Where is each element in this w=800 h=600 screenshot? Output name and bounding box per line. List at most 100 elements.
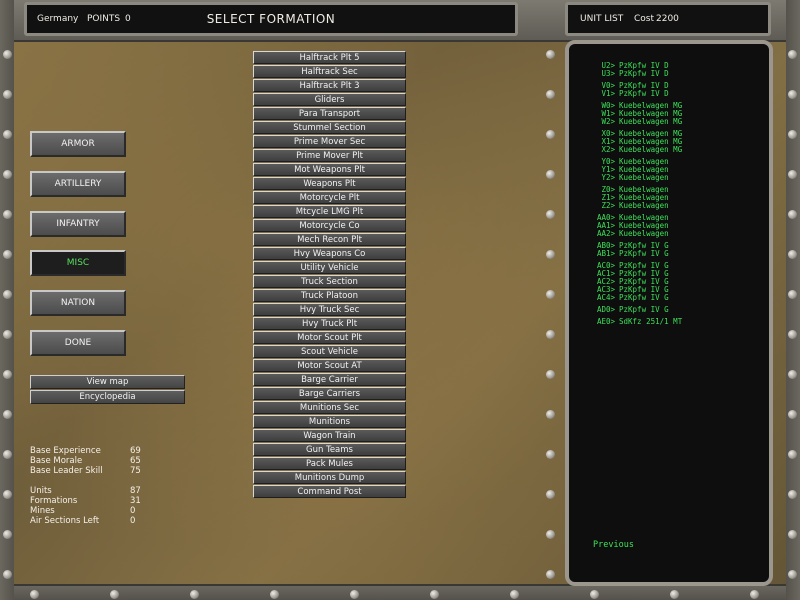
stat-label: Base Leader Skill	[30, 466, 103, 476]
misc-button-label: MISC	[66, 258, 90, 268]
stat-label: Air Sections Left	[30, 516, 100, 526]
rivet-icon	[3, 90, 12, 99]
formation-button[interactable]: Munitions Dump	[253, 471, 406, 484]
formation-button[interactable]: Halftrack Plt 5	[253, 51, 406, 64]
rivet-icon	[788, 90, 797, 99]
previous-button[interactable]: Previous	[593, 540, 634, 550]
unit-row[interactable]: V1> PzKpfw IV D	[595, 90, 682, 98]
unit-list: U2> PzKpfw IV D U3> PzKpfw IV D V0> PzKpfw IV…	[595, 62, 682, 326]
misc-button[interactable]: MISC	[30, 250, 126, 276]
rivet-icon	[3, 450, 12, 459]
done-button[interactable]: DONE	[30, 330, 126, 356]
formation-button[interactable]: Hvy Truck Plt	[253, 317, 406, 330]
formation-button[interactable]: Wagon Train	[253, 429, 406, 442]
unit-name: PzKpfw IV D	[619, 89, 669, 98]
artillery-button-label: ARTILLERY	[54, 179, 102, 189]
unit-row[interactable]: AC4> PzKpfw IV G	[595, 294, 682, 302]
rivet-icon	[3, 250, 12, 259]
base-stats: Base Experience 69 Base Morale 65 Base Lea…	[30, 446, 141, 476]
view-map-label: View map	[86, 377, 129, 387]
formation-button[interactable]: Motor Scout AT	[253, 359, 406, 372]
formation-button[interactable]: Barge Carrier	[253, 373, 406, 386]
formation-list: Halftrack Plt 5 Halftrack Sec Halftrack Pl…	[253, 51, 406, 499]
unit-row[interactable]: AB1> PzKpfw IV G	[595, 250, 682, 258]
rivet-icon	[546, 570, 555, 579]
rivet-icon	[3, 490, 12, 499]
formation-button[interactable]: Hvy Weapons Co	[253, 247, 406, 260]
stat-label: Formations	[30, 496, 78, 506]
infantry-button[interactable]: INFANTRY	[30, 211, 126, 237]
formation-button[interactable]: Motor Scout Plt	[253, 331, 406, 344]
unit-row[interactable]: U3> PzKpfw IV D	[595, 70, 682, 78]
view-map-button[interactable]: View map	[30, 375, 185, 389]
rivet-icon	[788, 410, 797, 419]
formation-button[interactable]: Gliders	[253, 93, 406, 106]
artillery-button[interactable]: ARTILLERY	[30, 171, 126, 197]
stat-row: Mines 0	[30, 506, 141, 516]
rivet-icon	[3, 530, 12, 539]
unit-row[interactable]: W2> Kuebelwagen MG	[595, 118, 682, 126]
formation-button[interactable]: Stummel Section	[253, 121, 406, 134]
unit-id: U3>	[601, 69, 615, 78]
unit-id: X2>	[601, 145, 615, 154]
formation-button[interactable]: Halftrack Plt 3	[253, 79, 406, 92]
formation-button[interactable]: Para Transport	[253, 107, 406, 120]
formation-button[interactable]: Command Post	[253, 485, 406, 498]
rivet-icon	[546, 450, 555, 459]
formation-button[interactable]: Mtcycle LMG Plt	[253, 205, 406, 218]
unit-name: Kuebelwagen MG	[619, 117, 683, 126]
unit-id: AE0>	[596, 317, 615, 326]
formation-button[interactable]: Mech Recon Plt	[253, 233, 406, 246]
unit-row[interactable]: Y2> Kuebelwagen	[595, 174, 682, 182]
rivet-icon	[788, 170, 797, 179]
formation-button[interactable]: Utility Vehicle	[253, 261, 406, 274]
rivet-icon	[110, 590, 119, 599]
unit-id: AD0>	[596, 305, 615, 314]
rivet-icon	[546, 250, 555, 259]
rivet-icon	[350, 590, 359, 599]
rivet-icon	[3, 170, 12, 179]
formation-button[interactable]: Gun Teams	[253, 443, 406, 456]
stat-row: Units 87	[30, 486, 141, 496]
formation-button[interactable]: Prime Mover Plt	[253, 149, 406, 162]
stat-row: Base Morale 65	[30, 456, 141, 466]
formation-button[interactable]: Barge Carriers	[253, 387, 406, 400]
rivet-icon	[788, 290, 797, 299]
unit-row[interactable]: AA2> Kuebelwagen	[595, 230, 682, 238]
encyclopedia-button[interactable]: Encyclopedia	[30, 390, 185, 404]
rivet-icon	[546, 330, 555, 339]
rivet-icon	[3, 370, 12, 379]
formation-button[interactable]: Pack Mules	[253, 457, 406, 470]
stat-value: 75	[130, 466, 141, 476]
stat-row: Air Sections Left 0	[30, 516, 141, 526]
formation-button[interactable]: Weapons Plt	[253, 177, 406, 190]
rivet-icon	[3, 50, 12, 59]
rivet-icon	[788, 570, 797, 579]
formation-button[interactable]: Munitions	[253, 415, 406, 428]
stat-row: Formations 31	[30, 496, 141, 506]
unit-row[interactable]: X2> Kuebelwagen MG	[595, 146, 682, 154]
unit-row[interactable]: AD0> PzKpfw IV G	[595, 306, 682, 314]
formation-button[interactable]: Scout Vehicle	[253, 345, 406, 358]
formation-button[interactable]: Truck Section	[253, 275, 406, 288]
unit-name: Kuebelwagen MG	[619, 145, 683, 154]
formation-button[interactable]: Truck Platoon	[253, 289, 406, 302]
formation-button[interactable]: Mot Weapons Plt	[253, 163, 406, 176]
bottom-frame	[0, 584, 800, 600]
unit-row[interactable]: Z2> Kuebelwagen	[595, 202, 682, 210]
formation-button[interactable]: Prime Mover Sec	[253, 135, 406, 148]
formation-button[interactable]: Halftrack Sec	[253, 65, 406, 78]
formation-button[interactable]: Motorcycle Plt	[253, 191, 406, 204]
armor-button[interactable]: ARMOR	[30, 131, 126, 157]
rivet-icon	[30, 590, 39, 599]
unit-row[interactable]: AE0> SdKfz 251/1 MT	[595, 318, 682, 326]
stat-value: 65	[130, 456, 141, 466]
formation-button[interactable]: Motorcycle Co	[253, 219, 406, 232]
unit-name: Kuebelwagen	[619, 173, 669, 182]
nation-button[interactable]: NATION	[30, 290, 126, 316]
infantry-button-label: INFANTRY	[56, 219, 100, 229]
formation-button[interactable]: Munitions Sec	[253, 401, 406, 414]
formation-button[interactable]: Hvy Truck Sec	[253, 303, 406, 316]
done-button-label: DONE	[64, 338, 92, 348]
rivet-icon	[430, 590, 439, 599]
